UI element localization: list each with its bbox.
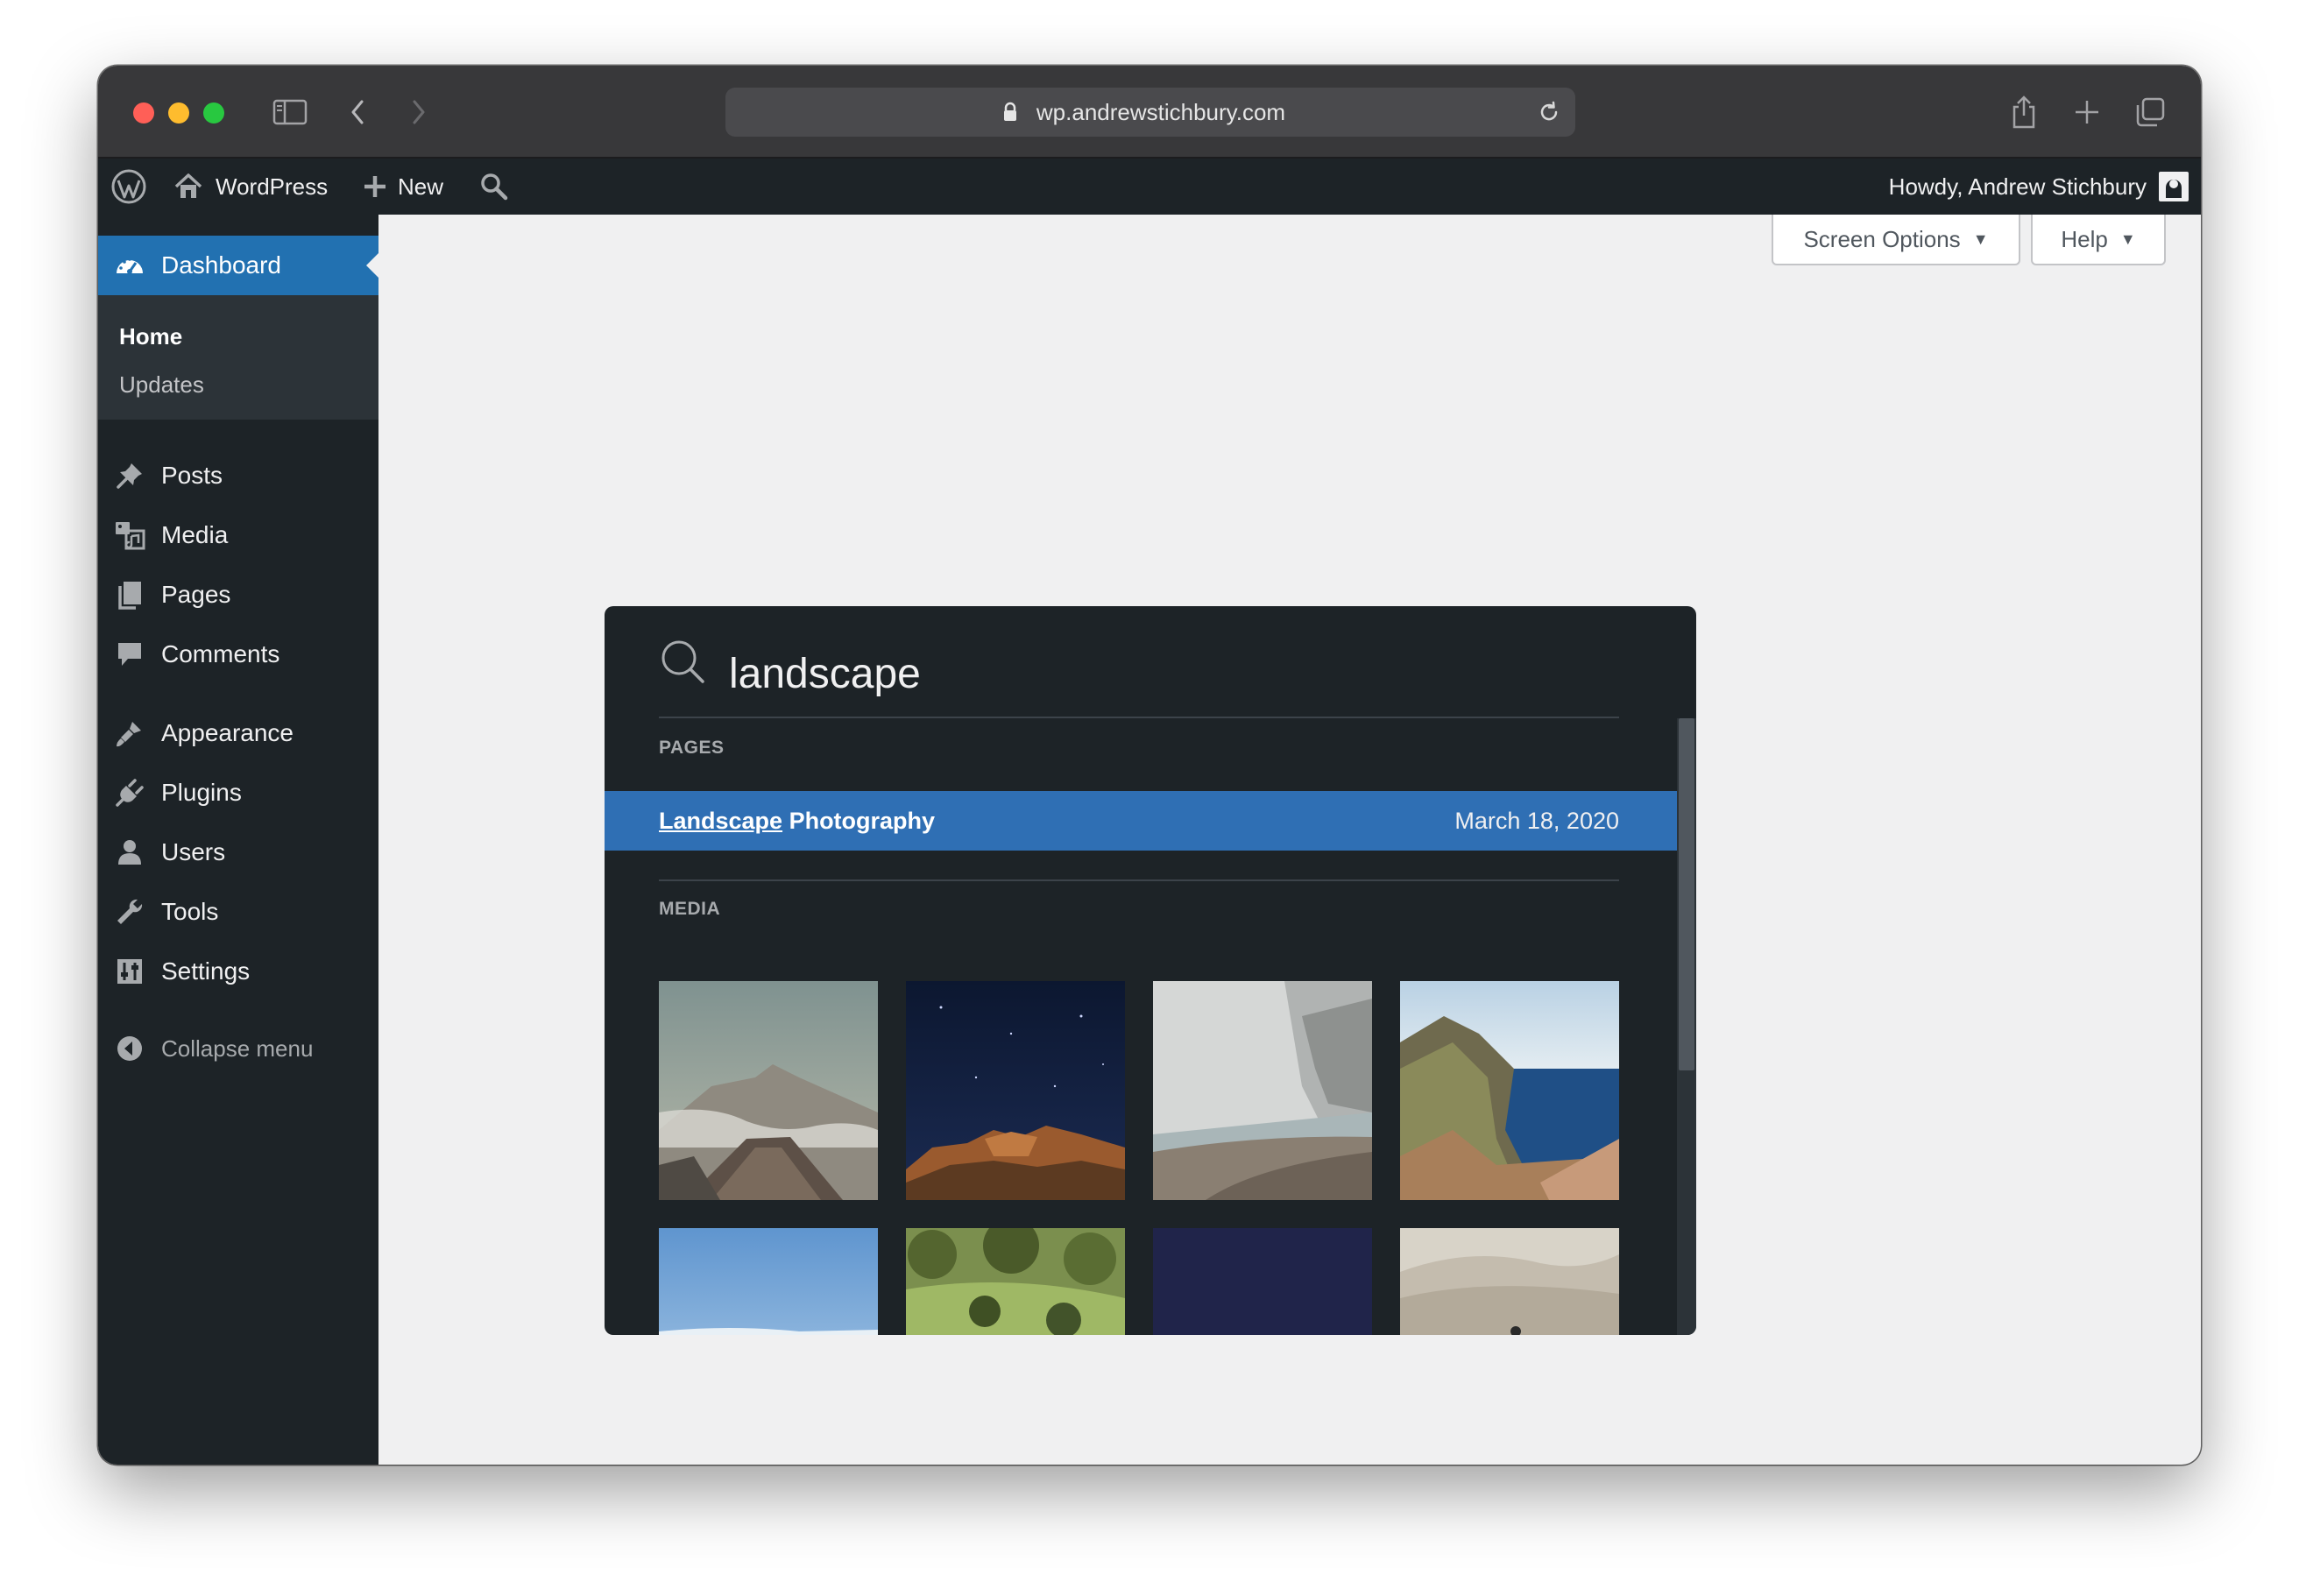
media-heading: MEDIA [659, 899, 721, 919]
search-input[interactable]: landscape [729, 638, 921, 711]
divider [659, 879, 1619, 881]
plus-icon [363, 174, 387, 199]
new-content-link[interactable]: New [363, 159, 443, 215]
share-icon[interactable] [2005, 92, 2043, 132]
address-bar[interactable]: wp.andrewstichbury.com [725, 88, 1575, 137]
sidebar-item-label: Appearance [161, 719, 294, 746]
sidebar-item-dashboard[interactable]: Dashboard [98, 236, 378, 295]
screen-options-label: Screen Options [1803, 225, 1961, 252]
wp-admin-bar: WordPress New Howdy, Andrew Stichbury [98, 159, 2201, 215]
media-thumbnail[interactable] [906, 981, 1125, 1200]
help-label: Help [2061, 225, 2108, 252]
submenu-item-updates[interactable]: Updates [119, 371, 204, 399]
help-button[interactable]: Help ▼ [2031, 215, 2166, 265]
comment-icon [114, 639, 145, 670]
howdy-greeting: Howdy, Andrew Stichbury [1888, 173, 2147, 200]
collapse-arrow-icon [114, 1033, 145, 1064]
media-thumbnail[interactable] [659, 1228, 878, 1335]
sidebar-item-label: Tools [161, 898, 219, 925]
reload-icon[interactable] [1537, 100, 1561, 129]
account-menu[interactable]: Howdy, Andrew Stichbury [1889, 159, 2189, 215]
pin-icon [114, 460, 145, 491]
search-panel: landscape PAGES Landscape Photography Ma… [605, 606, 1696, 1335]
media-thumbnail[interactable] [1400, 1228, 1619, 1335]
submenu-item-home[interactable]: Home [119, 323, 182, 350]
media-thumbnail[interactable] [906, 1228, 1125, 1335]
brush-icon [114, 717, 145, 749]
search-icon [659, 638, 706, 689]
back-icon[interactable] [340, 92, 375, 132]
dashboard-icon [114, 250, 145, 281]
browser-toolbar: wp.andrewstichbury.com [98, 66, 2201, 159]
plug-icon [114, 777, 145, 809]
pages-icon [114, 579, 145, 611]
result-title-rest: Photography [782, 808, 936, 834]
sidebar-item-pages[interactable]: Pages [98, 565, 378, 625]
dashboard-submenu: Home Updates [98, 295, 378, 420]
sidebar-item-plugins[interactable]: Plugins [98, 763, 378, 823]
media-icon [114, 519, 145, 551]
sidebar-item-label: Collapse menu [161, 1035, 314, 1062]
media-thumbnail[interactable] [659, 981, 878, 1200]
caret-down-icon: ▼ [2119, 230, 2136, 248]
search-field[interactable]: landscape [659, 638, 1619, 717]
sidebar-item-label: Posts [161, 462, 223, 489]
user-icon [114, 837, 145, 868]
sidebar-item-users[interactable]: Users [98, 823, 378, 882]
close-window-button[interactable] [133, 102, 154, 124]
search-result-page[interactable]: Landscape Photography March 18, 2020 [605, 791, 1677, 851]
current-menu-arrow [366, 253, 378, 278]
new-label: New [398, 173, 444, 200]
minimize-window-button[interactable] [168, 102, 189, 124]
media-thumbnail[interactable] [1153, 1228, 1372, 1335]
avatar [2159, 172, 2189, 201]
sidebar-item-label: Settings [161, 957, 251, 985]
site-name: WordPress [216, 173, 329, 200]
sidebar-item-label: Comments [161, 640, 280, 667]
sidebar-item-label: Plugins [161, 779, 242, 806]
result-title-match: Landscape [659, 808, 783, 834]
result-date: March 18, 2020 [1454, 808, 1619, 834]
wordpress-logo-icon[interactable] [110, 159, 147, 215]
sidebar-item-label: Media [161, 521, 229, 548]
home-icon [173, 173, 203, 201]
settings-icon [114, 956, 145, 987]
sidebar-item-label: Pages [161, 581, 231, 608]
caret-down-icon: ▼ [1972, 230, 1989, 248]
sidebar-item-comments[interactable]: Comments [98, 625, 378, 684]
screen-options-button[interactable]: Screen Options ▼ [1772, 215, 2020, 265]
url-text: wp.andrewstichbury.com [1036, 99, 1286, 125]
zoom-window-button[interactable] [203, 102, 224, 124]
results-scrollbar-thumb[interactable] [1679, 718, 1694, 1070]
collapse-menu-button[interactable]: Collapse menu [98, 1019, 378, 1078]
wrench-icon [114, 896, 145, 928]
new-tab-icon[interactable] [2068, 92, 2106, 132]
admin-sidebar: Dashboard Home Updates Posts Media Pages [98, 215, 378, 1465]
sidebar-toggle-icon[interactable] [270, 92, 310, 132]
tab-overview-icon[interactable] [2131, 92, 2169, 132]
sidebar-item-label: Users [161, 838, 226, 865]
pages-heading: PAGES [659, 738, 725, 758]
forward-icon[interactable] [401, 92, 436, 132]
sidebar-item-tools[interactable]: Tools [98, 882, 378, 942]
divider [659, 717, 1619, 718]
sidebar-item-settings[interactable]: Settings [98, 942, 378, 1001]
media-thumbnail[interactable] [1400, 981, 1619, 1200]
sidebar-item-label: Dashboard [161, 251, 281, 279]
sidebar-item-media[interactable]: Media [98, 505, 378, 565]
browser-window: wp.andrewstichbury.com WordPress New How… [98, 66, 2201, 1465]
search-icon[interactable] [480, 159, 508, 215]
sidebar-item-posts[interactable]: Posts [98, 446, 378, 505]
media-thumbnail[interactable] [1153, 981, 1372, 1200]
result-title: Landscape Photography [659, 791, 935, 851]
sidebar-item-appearance[interactable]: Appearance [98, 703, 378, 763]
site-name-link[interactable]: WordPress [173, 159, 328, 215]
